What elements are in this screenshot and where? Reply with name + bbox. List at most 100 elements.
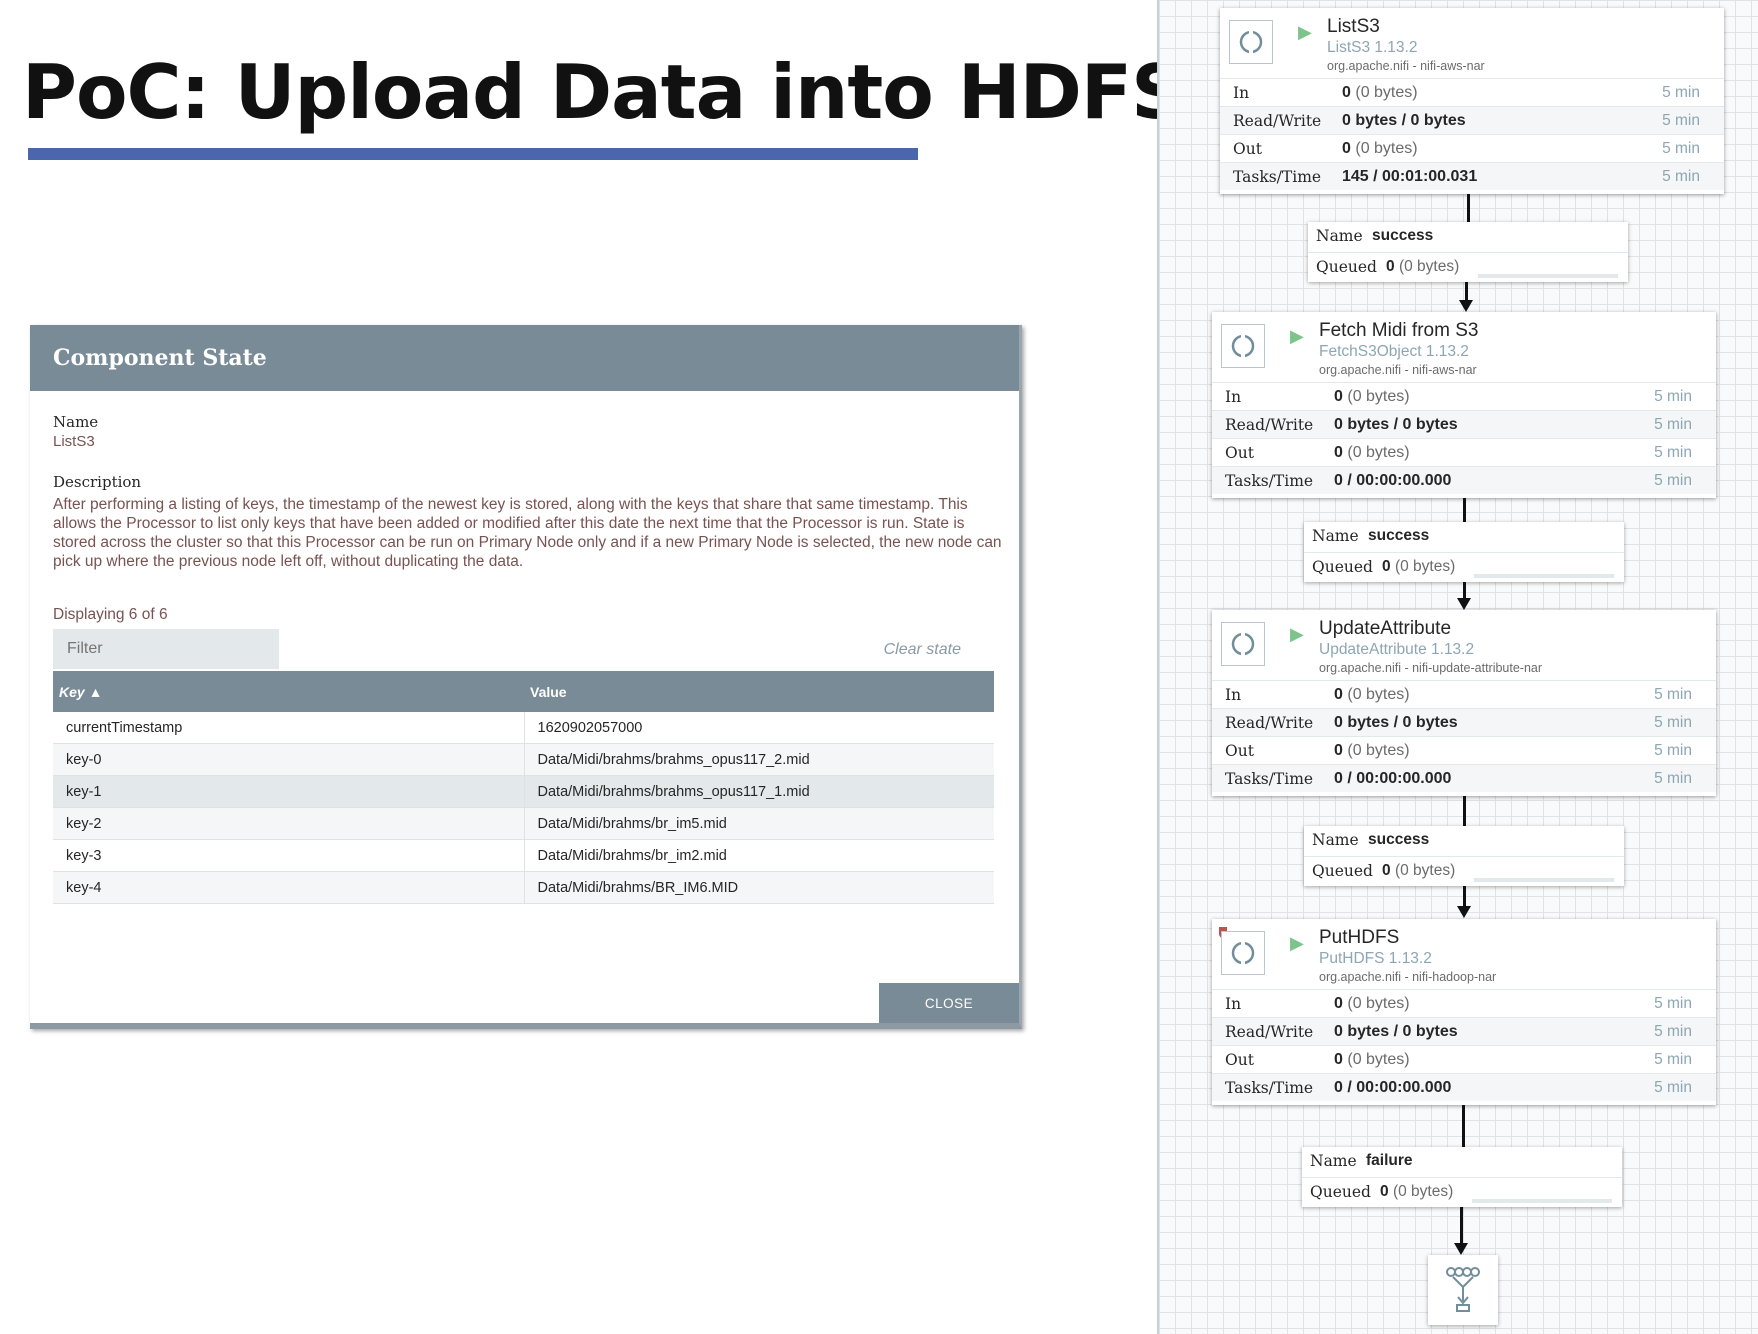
processor-stats: In 0 (0 bytes) 5 min Read/Write 0 bytes … xyxy=(1212,680,1716,792)
table-row[interactable]: key-4 Data/Midi/brahms/BR_IM6.MID xyxy=(53,871,994,904)
stat-row-in: In 0 (0 bytes) 5 min xyxy=(1212,680,1716,708)
stat-window: 5 min xyxy=(1662,168,1700,185)
stat-row-tasks: Tasks/Time 0 / 00:00:00.000 5 min xyxy=(1212,1073,1716,1101)
conn-name-label: Name xyxy=(1312,831,1359,849)
queued-bytes: (0 bytes) xyxy=(1394,558,1456,575)
processor-type: FetchS3Object 1.13.2 xyxy=(1319,343,1469,360)
connection-line xyxy=(1460,1207,1463,1243)
stat-count: 0 xyxy=(1334,686,1343,703)
stat-label: Read/Write xyxy=(1225,416,1314,434)
processor-stats: In 0 (0 bytes) 5 min Read/Write 0 bytes … xyxy=(1212,989,1716,1101)
stat-count: 0 xyxy=(1334,388,1343,405)
stat-value: 0 bytes / 0 bytes xyxy=(1334,416,1458,433)
arrow-head xyxy=(1457,906,1471,918)
processor-type: PutHDFS 1.13.2 xyxy=(1319,950,1432,967)
stat-count: 0 xyxy=(1342,140,1351,157)
queued-bytes: (0 bytes) xyxy=(1392,1183,1454,1200)
stat-window: 5 min xyxy=(1662,84,1700,101)
close-button[interactable]: CLOSE xyxy=(879,983,1019,1023)
conn-queued-label: Queued xyxy=(1310,1183,1371,1201)
stat-value: 0 bytes / 0 bytes xyxy=(1334,1023,1458,1040)
queued-count: 0 xyxy=(1382,558,1391,575)
connection-success[interactable]: Name success Queued 0 (0 bytes) xyxy=(1308,222,1628,282)
queued-bytes: (0 bytes) xyxy=(1394,862,1456,879)
stat-bytes: (0 bytes) xyxy=(1347,388,1410,405)
stat-window: 5 min xyxy=(1654,1051,1692,1068)
running-icon: ▶ xyxy=(1290,624,1304,644)
processor-stats: In 0 (0 bytes) 5 min Read/Write 0 bytes … xyxy=(1212,382,1716,494)
table-row[interactable]: key-2 Data/Midi/brahms/br_im5.mid xyxy=(53,807,994,840)
stat-bytes: (0 bytes) xyxy=(1355,84,1418,101)
conn-name-label: Name xyxy=(1316,227,1363,245)
displaying-count: Displaying 6 of 6 xyxy=(53,606,168,623)
stat-row-out: Out 0 (0 bytes) 5 min xyxy=(1212,736,1716,764)
stat-window: 5 min xyxy=(1654,742,1692,759)
conn-queued-label: Queued xyxy=(1312,558,1373,576)
table-row[interactable]: key-0 Data/Midi/brahms/brahms_opus117_2.… xyxy=(53,743,994,776)
arrow-head xyxy=(1457,598,1471,610)
queued-bytes: (0 bytes) xyxy=(1398,258,1460,275)
connection-line xyxy=(1463,582,1466,598)
stat-row-out: Out 0 (0 bytes) 5 min xyxy=(1212,438,1716,466)
processor-icon xyxy=(1229,20,1273,64)
stat-row-out: Out 0 (0 bytes) 5 min xyxy=(1212,1045,1716,1073)
key-column-header[interactable]: Key ▲ xyxy=(53,671,524,712)
state-value: Data/Midi/brahms/brahms_opus117_1.mid xyxy=(524,775,994,808)
processor-icon xyxy=(1221,324,1265,368)
stat-window: 5 min xyxy=(1654,1079,1692,1096)
stat-window: 5 min xyxy=(1654,388,1692,405)
connection-line xyxy=(1465,282,1468,300)
stat-row-tasks: Tasks/Time 145 / 00:01:00.031 5 min xyxy=(1220,162,1724,190)
connection-failure[interactable]: Name failure Queued 0 (0 bytes) xyxy=(1302,1147,1622,1207)
name-value: ListS3 xyxy=(53,433,95,450)
conn-name: success xyxy=(1372,227,1434,244)
queue-bar xyxy=(1478,274,1618,278)
queued-count: 0 xyxy=(1380,1183,1389,1200)
processor-puthdfs[interactable]: ▶ PutHDFS PutHDFS 1.13.2 org.apache.nifi… xyxy=(1212,919,1716,1105)
title-underline xyxy=(28,148,918,160)
connection-success[interactable]: Name success Queued 0 (0 bytes) xyxy=(1304,826,1624,886)
stat-label: Read/Write xyxy=(1225,1023,1314,1041)
running-icon: ▶ xyxy=(1290,326,1304,346)
clear-state-link[interactable]: Clear state xyxy=(884,641,961,659)
dialog-title: Component State xyxy=(30,325,1019,391)
stat-label: In xyxy=(1233,84,1250,102)
connection-line xyxy=(1467,194,1470,222)
stat-window: 5 min xyxy=(1654,686,1692,703)
conn-name-label: Name xyxy=(1312,527,1359,545)
stat-bytes: (0 bytes) xyxy=(1355,140,1418,157)
queued-count: 0 xyxy=(1386,258,1395,275)
conn-queued-label: Queued xyxy=(1312,862,1373,880)
processor-stats: In 0 (0 bytes) 5 min Read/Write 0 bytes … xyxy=(1220,78,1724,190)
stat-window: 5 min xyxy=(1662,112,1700,129)
state-key: key-2 xyxy=(53,807,525,840)
table-row[interactable]: key-1 Data/Midi/brahms/brahms_opus117_1.… xyxy=(53,775,994,808)
table-row[interactable]: currentTimestamp 1620902057000 xyxy=(53,712,994,744)
processor-icon xyxy=(1221,622,1265,666)
queue-bar xyxy=(1474,574,1614,578)
connection-success[interactable]: Name success Queued 0 (0 bytes) xyxy=(1304,522,1624,582)
processor-type: ListS3 1.13.2 xyxy=(1327,39,1418,56)
conn-name: failure xyxy=(1366,1152,1413,1169)
stat-row-out: Out 0 (0 bytes) 5 min xyxy=(1220,134,1724,162)
stat-label: Out xyxy=(1233,140,1262,158)
stat-bytes: (0 bytes) xyxy=(1347,1051,1410,1068)
connection-line xyxy=(1463,498,1466,522)
value-column-header[interactable]: Value xyxy=(524,671,994,712)
processor-icon xyxy=(1221,931,1265,975)
processor-updateattribute[interactable]: ▶ UpdateAttribute UpdateAttribute 1.13.2… xyxy=(1212,610,1716,796)
table-row[interactable]: key-3 Data/Midi/brahms/br_im2.mid xyxy=(53,839,994,872)
processor-lists3[interactable]: ▶ ListS3 ListS3 1.13.2 org.apache.nifi -… xyxy=(1220,8,1724,194)
stat-value: 0 / 00:00:00.000 xyxy=(1334,472,1452,489)
filter-input[interactable] xyxy=(53,629,279,669)
state-table: Key ▲ Value currentTimestamp 16209020570… xyxy=(53,671,994,904)
state-value: Data/Midi/brahms/br_im5.mid xyxy=(524,807,994,840)
state-value: Data/Midi/brahms/brahms_opus117_2.mid xyxy=(524,743,994,776)
stat-count: 0 xyxy=(1342,84,1351,101)
conn-name: success xyxy=(1368,527,1430,544)
funnel-icon[interactable] xyxy=(1428,1255,1498,1325)
stat-row-readwrite: Read/Write 0 bytes / 0 bytes 5 min xyxy=(1212,1017,1716,1045)
component-state-dialog: Component State Name ListS3 Description … xyxy=(30,325,1022,1029)
stat-label: Out xyxy=(1225,1051,1254,1069)
processor-fetch-midi[interactable]: ▶ Fetch Midi from S3 FetchS3Object 1.13.… xyxy=(1212,312,1716,498)
